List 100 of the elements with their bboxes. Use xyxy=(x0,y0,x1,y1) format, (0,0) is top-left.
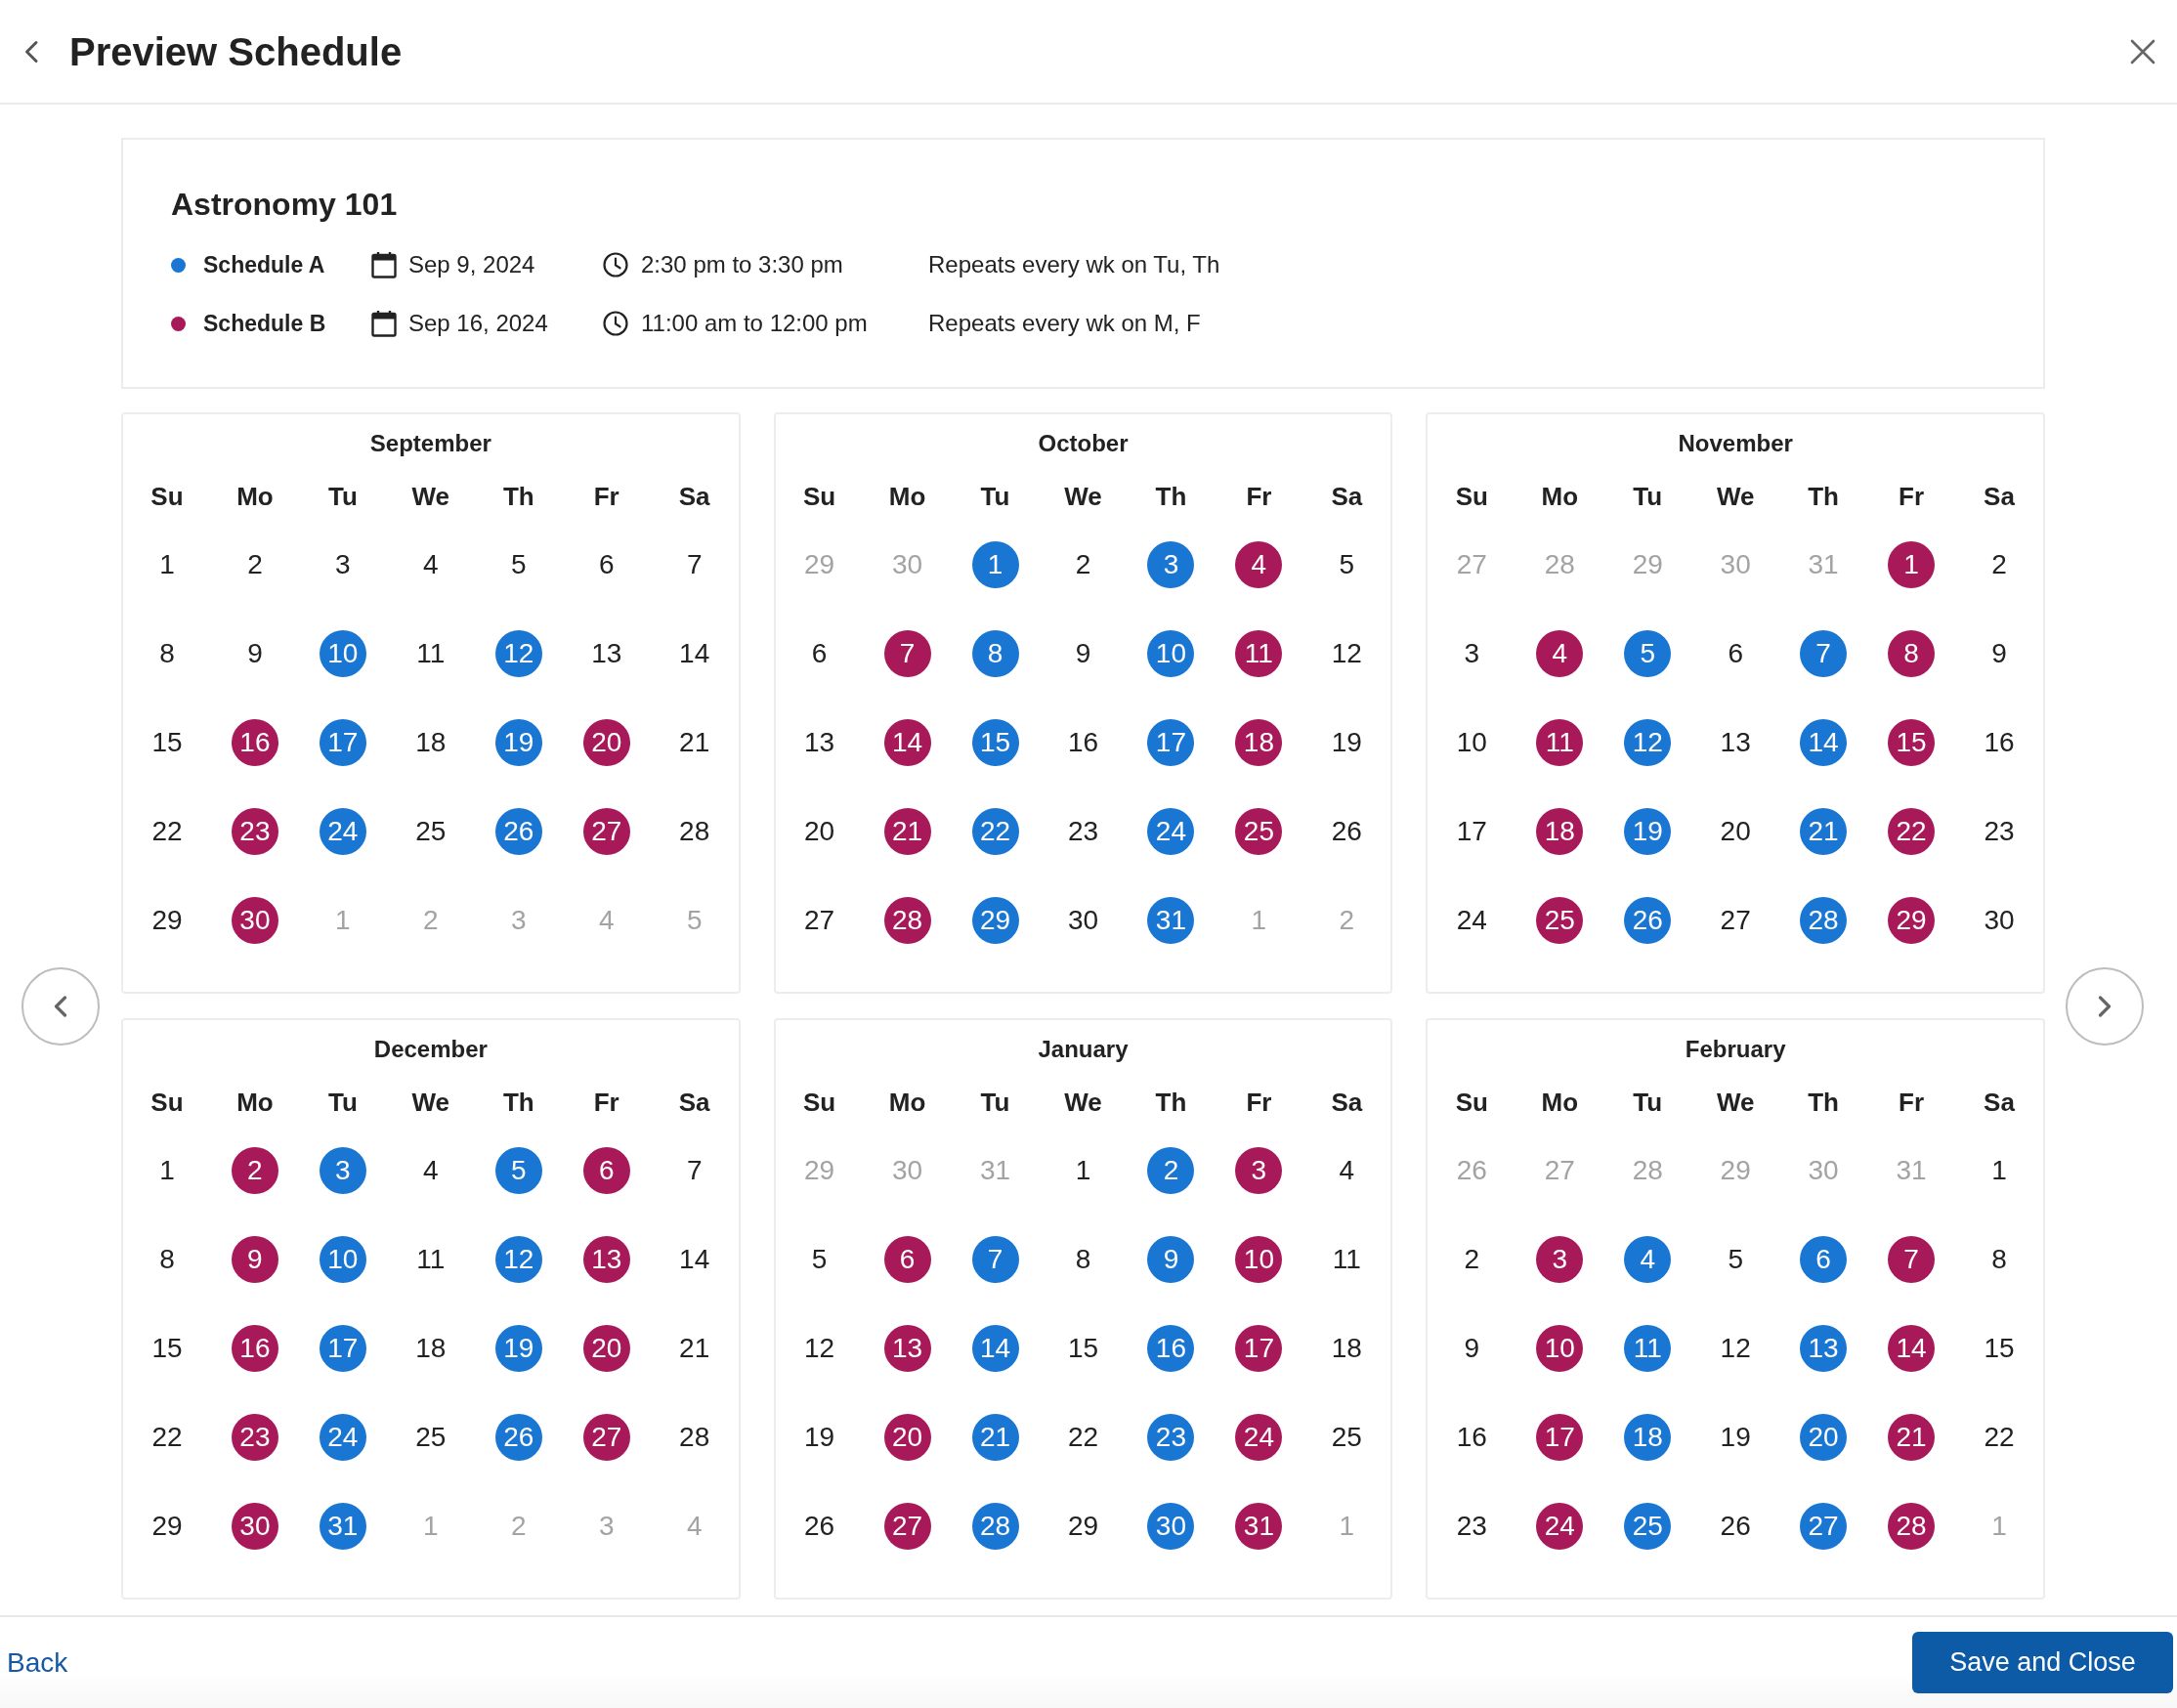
close-icon[interactable] xyxy=(2130,38,2156,64)
greyed-date: 29 xyxy=(1632,547,1663,581)
calendar-date: 5 xyxy=(811,1242,828,1276)
highlighted-date: 14 xyxy=(1888,1324,1936,1372)
calendar-date: 20 xyxy=(804,814,835,848)
weekday-label: We xyxy=(411,481,450,512)
calendar-date: 28 xyxy=(679,1420,710,1454)
weekday-label: Tu xyxy=(327,481,358,512)
highlighted-date: 24 xyxy=(1147,807,1195,855)
weekday-label: Su xyxy=(150,481,184,512)
start-date: Sep 16, 2024 xyxy=(408,310,549,337)
calendar-date: 6 xyxy=(1728,636,1743,670)
highlighted-date: 21 xyxy=(1888,1413,1936,1461)
calendar-date: 23 xyxy=(1067,814,1099,848)
chevron-right-icon xyxy=(2098,995,2112,1017)
highlighted-date: 31 xyxy=(1235,1502,1283,1550)
weekday-label: Fr xyxy=(1899,1087,1925,1118)
greyed-date: 31 xyxy=(1808,547,1839,581)
highlighted-date: 28 xyxy=(1888,1502,1936,1550)
calendar-date: 22 xyxy=(1984,1420,2015,1454)
highlighted-date: 18 xyxy=(1235,718,1283,766)
highlighted-date: 3 xyxy=(1147,540,1195,588)
highlighted-date: 30 xyxy=(231,896,278,944)
save-and-close-button[interactable]: Save and Close xyxy=(1912,1632,2173,1693)
calendar-date: 26 xyxy=(1331,814,1362,848)
highlighted-date: 8 xyxy=(971,629,1019,677)
weekday-label: Sa xyxy=(678,481,710,512)
highlighted-date: 24 xyxy=(319,1413,366,1461)
highlighted-date: 3 xyxy=(1235,1146,1283,1194)
highlighted-date: 7 xyxy=(1888,1235,1936,1283)
course-title: Astronomy 101 xyxy=(171,186,399,224)
greyed-date: 29 xyxy=(804,1153,835,1187)
calendar-date: 30 xyxy=(1067,903,1099,937)
highlighted-date: 1 xyxy=(971,540,1019,588)
calendar-date: 22 xyxy=(151,814,183,848)
weekday-label: Mo xyxy=(236,1087,274,1118)
back-link[interactable]: Back xyxy=(7,1646,68,1679)
calendar-icon xyxy=(371,251,397,278)
weekday-label: Th xyxy=(1155,1087,1187,1118)
highlighted-date: 3 xyxy=(319,1146,366,1194)
highlighted-date: 18 xyxy=(1624,1413,1672,1461)
highlighted-date: 17 xyxy=(1235,1324,1283,1372)
month-title: December xyxy=(373,1035,488,1064)
highlighted-date: 29 xyxy=(971,896,1019,944)
calendar-date: 21 xyxy=(679,1331,710,1365)
highlighted-date: 27 xyxy=(883,1502,931,1550)
greyed-date: 2 xyxy=(511,1509,527,1543)
calendar-date: 12 xyxy=(1331,636,1362,670)
highlighted-date: 14 xyxy=(971,1324,1019,1372)
greyed-date: 31 xyxy=(979,1153,1011,1187)
highlighted-date: 5 xyxy=(494,1146,542,1194)
weekday-label: Su xyxy=(1455,481,1488,512)
calendar-date: 15 xyxy=(151,1331,183,1365)
highlighted-date: 28 xyxy=(883,896,931,944)
greyed-date: 30 xyxy=(1808,1153,1839,1187)
calendar-date: 9 xyxy=(1464,1331,1480,1365)
weekday-label: Mo xyxy=(236,481,274,512)
recurrence-text: Repeats every wk on Tu, Th xyxy=(928,251,1221,278)
highlighted-date: 30 xyxy=(1147,1502,1195,1550)
time-range: 11:00 am to 12:00 pm xyxy=(641,310,869,337)
calendar-date: 23 xyxy=(1984,814,2015,848)
calendar-date: 13 xyxy=(804,725,835,759)
calendar-date: 8 xyxy=(1991,1242,2007,1276)
highlighted-date: 13 xyxy=(1800,1324,1848,1372)
calendar-date: 10 xyxy=(1456,725,1487,759)
highlighted-date: 12 xyxy=(494,1235,542,1283)
calendar-date: 29 xyxy=(151,903,183,937)
calendar-date: 6 xyxy=(598,547,615,581)
greyed-date: 30 xyxy=(892,547,923,581)
highlighted-date: 19 xyxy=(494,718,542,766)
highlighted-date: 21 xyxy=(971,1413,1019,1461)
calendar-date: 3 xyxy=(1464,636,1480,670)
calendar-date: 12 xyxy=(804,1331,835,1365)
calendar-date: 22 xyxy=(1067,1420,1099,1454)
highlighted-date: 29 xyxy=(1888,896,1936,944)
highlighted-date: 10 xyxy=(1235,1235,1283,1283)
highlighted-date: 9 xyxy=(1147,1235,1195,1283)
highlighted-date: 20 xyxy=(883,1413,931,1461)
calendar-date: 26 xyxy=(1720,1509,1751,1543)
greyed-date: 28 xyxy=(1632,1153,1663,1187)
highlighted-date: 17 xyxy=(1147,718,1195,766)
highlighted-date: 19 xyxy=(1624,807,1672,855)
recurrence-text: Repeats every wk on M, F xyxy=(928,310,1202,337)
weekday-label: Tu xyxy=(1633,481,1663,512)
calendar-date: 29 xyxy=(151,1509,183,1543)
highlighted-date: 9 xyxy=(231,1235,278,1283)
calendar-date: 4 xyxy=(423,547,439,581)
highlighted-date: 7 xyxy=(883,629,931,677)
calendar-date: 18 xyxy=(415,1331,447,1365)
weekday-label: Mo xyxy=(888,481,926,512)
calendar-date: 7 xyxy=(686,1153,703,1187)
highlighted-date: 25 xyxy=(1235,807,1283,855)
calendar-date: 3 xyxy=(335,547,351,581)
highlighted-date: 16 xyxy=(1147,1324,1195,1372)
calendar-date: 15 xyxy=(1984,1331,2015,1365)
calendar-date: 16 xyxy=(1456,1420,1487,1454)
highlighted-date: 14 xyxy=(883,718,931,766)
back-chevron-icon[interactable] xyxy=(23,39,39,64)
weekday-label: Th xyxy=(1808,1087,1839,1118)
highlighted-date: 10 xyxy=(319,629,366,677)
